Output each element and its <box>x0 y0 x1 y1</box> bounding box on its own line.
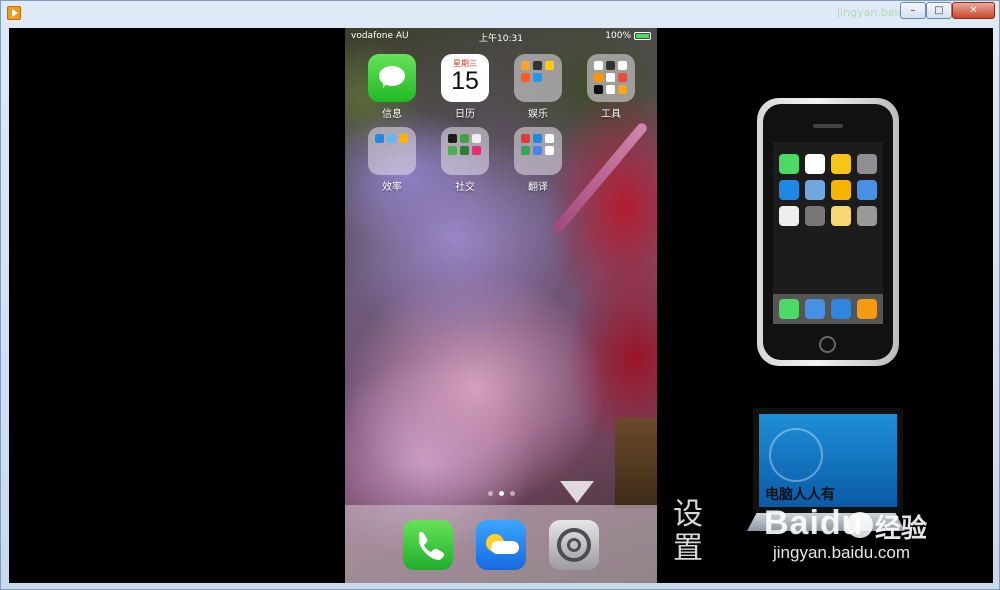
page-indicator[interactable] <box>345 491 657 496</box>
laptop-caption: 电脑人人有 <box>765 487 835 503</box>
battery-percent: 100% <box>605 31 631 41</box>
page-dot <box>487 491 493 496</box>
cloud-icon <box>491 541 519 554</box>
folder-icon <box>587 54 635 102</box>
wallpaper-flower-stem <box>551 121 649 235</box>
settings-caption: 设置 <box>673 497 703 566</box>
folder-icon <box>514 127 562 175</box>
app-label: 效率 <box>382 182 402 193</box>
battery-group: 100% <box>605 31 651 41</box>
original-iphone-image <box>757 98 899 366</box>
app-messages[interactable]: 信息 <box>366 54 418 120</box>
watermark-url: jingyan.baidu.com <box>773 543 911 562</box>
folder-icon <box>441 127 489 175</box>
calendar-icon: 星期三 15 <box>441 54 489 102</box>
status-bar: vodafone AU 上午10:31 100% <box>345 28 657 46</box>
page-dot <box>509 491 515 496</box>
minimize-button[interactable]: – <box>900 2 926 19</box>
app-label: 工具 <box>601 109 621 120</box>
calendar-day: 15 <box>451 67 479 95</box>
app-logo-icon <box>7 6 21 20</box>
app-calendar[interactable]: 星期三 15 日历 <box>439 54 491 120</box>
battery-icon <box>634 32 651 40</box>
iphone-screen[interactable]: vodafone AU 上午10:31 100% 信息 星期三 15 日历 娱乐… <box>345 28 657 583</box>
folder-social[interactable]: 社交 <box>439 127 491 193</box>
folder-tools[interactable]: 工具 <box>585 54 637 120</box>
folder-productivity[interactable]: 效率 <box>366 127 418 193</box>
messages-icon <box>368 54 416 102</box>
app-label: 娱乐 <box>528 109 548 120</box>
cursor-pointer-icon <box>560 481 594 503</box>
folder-icon <box>514 54 562 102</box>
phone-handset-icon <box>418 531 445 561</box>
gear-center-icon <box>567 538 581 552</box>
weather-app-icon[interactable] <box>476 520 526 570</box>
window-titlebar[interactable]: jingyan.baidu.com – □ ✕ <box>1 1 1000 25</box>
app-label: 社交 <box>455 182 475 193</box>
app-label: 翻译 <box>528 182 548 193</box>
video-area[interactable]: vodafone AU 上午10:31 100% 信息 星期三 15 日历 娱乐… <box>9 28 993 583</box>
maximize-button[interactable]: □ <box>926 2 952 19</box>
phone-app-icon[interactable] <box>403 520 453 570</box>
settings-app-icon[interactable] <box>549 520 599 570</box>
folder-entertainment[interactable]: 娱乐 <box>512 54 564 120</box>
folder-translate[interactable]: 翻译 <box>512 127 564 193</box>
app-label: 日历 <box>455 109 475 120</box>
folder-icon <box>368 127 416 175</box>
close-button[interactable]: ✕ <box>952 2 995 19</box>
page-dot-active <box>498 491 504 496</box>
dock <box>345 505 657 583</box>
jingyan-watermark: 经验 <box>875 514 928 544</box>
player-window: jingyan.baidu.com – □ ✕ vodafone AU 上午10… <box>0 0 1000 590</box>
baidu-paw-icon <box>847 512 873 538</box>
app-label: 信息 <box>382 109 402 120</box>
